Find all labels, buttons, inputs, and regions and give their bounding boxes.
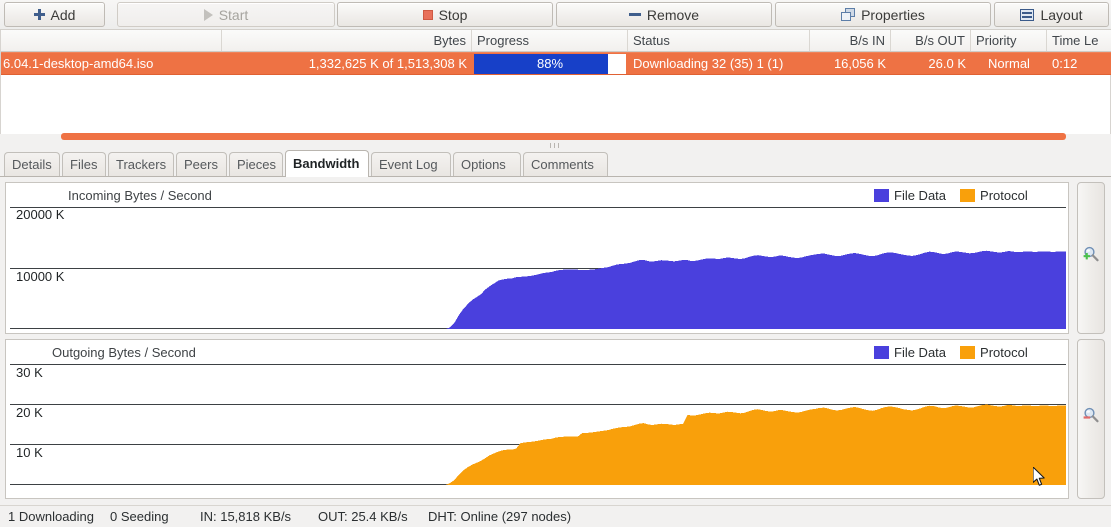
column-header-priority[interactable]: Priority <box>971 30 1047 51</box>
column-header-name[interactable] <box>1 30 222 51</box>
legend-swatch-protocol <box>960 189 976 202</box>
layout-button-label: Layout <box>1040 6 1083 23</box>
start-button[interactable]: Start <box>117 2 335 27</box>
pane-splitter[interactable] <box>0 141 1111 149</box>
zoom-in-button[interactable] <box>1077 182 1105 334</box>
tab-options[interactable]: Options <box>453 152 521 176</box>
tab-files[interactable]: Files <box>62 152 106 176</box>
tab-event-log[interactable]: Event Log <box>371 152 451 176</box>
legend-label-file-data: File Data <box>894 188 947 203</box>
status-out-rate: OUT: 25.4 KB/s <box>318 509 408 524</box>
main-toolbar: Add Start Stop Remove Properties Layout <box>0 0 1111 30</box>
legend-swatch-file-data <box>874 346 889 359</box>
add-button[interactable]: Add <box>4 2 105 27</box>
legend-swatch-file-data <box>874 189 889 202</box>
legend-item-protocol: Protocol <box>960 188 1028 203</box>
torrent-list[interactable]: Bytes Progress Status B/s IN B/s OUT Pri… <box>0 30 1111 140</box>
tab-peers[interactable]: Peers <box>176 152 227 176</box>
magnifier-minus-icon <box>1082 406 1100 424</box>
legend-label-protocol: Protocol <box>980 188 1028 203</box>
tab-comments[interactable]: Comments <box>523 152 608 176</box>
cell-torrent-name: 6.04.1-desktop-amd64.iso <box>3 56 154 71</box>
minus-icon <box>628 13 641 16</box>
remove-button-label: Remove <box>646 6 700 23</box>
tab-bandwidth[interactable]: Bandwidth <box>285 150 369 177</box>
plus-icon <box>33 9 45 20</box>
column-header-progress[interactable]: Progress <box>472 30 628 51</box>
stop-button[interactable]: Stop <box>337 2 553 27</box>
incoming-plot-area <box>10 208 1066 329</box>
properties-icon <box>841 8 856 21</box>
cell-bytes: 1,332,625 K of 1,513,308 K <box>308 56 467 71</box>
cell-priority: Normal <box>988 56 1030 71</box>
start-button-label: Start <box>218 6 249 23</box>
stop-icon <box>422 9 433 20</box>
play-icon <box>203 8 213 21</box>
outgoing-plot-area <box>10 365 1066 485</box>
tab-trackers[interactable]: Trackers <box>108 152 174 176</box>
properties-button[interactable]: Properties <box>775 2 991 27</box>
column-header-time-left[interactable]: Time Le <box>1047 30 1111 51</box>
cell-status: Downloading 32 (35) 1 (1) <box>633 56 784 71</box>
scrollbar-thumb[interactable] <box>61 133 1066 140</box>
column-header-bs-in[interactable]: B/s IN <box>810 30 891 51</box>
column-header-bs-out[interactable]: B/s OUT <box>891 30 971 51</box>
legend-label-protocol: Protocol <box>980 345 1028 360</box>
legend-swatch-protocol <box>960 346 976 359</box>
cell-bs-in: 16,056 K <box>833 56 886 71</box>
outgoing-graph-title: Outgoing Bytes / Second <box>52 345 196 360</box>
incoming-graph-title: Incoming Bytes / Second <box>68 188 212 203</box>
table-row[interactable]: 6.04.1-desktop-amd64.iso 1,332,625 K of … <box>1 52 1111 75</box>
incoming-graph-legend: File Data Protocol <box>874 188 1028 203</box>
remove-button[interactable]: Remove <box>556 2 772 27</box>
status-seeding: 0 Seeding <box>110 509 169 524</box>
legend-item-file-data: File Data <box>874 345 946 360</box>
status-dht: DHT: Online (297 nodes) <box>428 509 572 524</box>
outgoing-bandwidth-graph[interactable]: Outgoing Bytes / Second 30 K 20 K 10 K F… <box>5 339 1069 499</box>
incoming-bandwidth-graph[interactable]: Incoming Bytes / Second 20000 K 10000 K … <box>5 182 1069 334</box>
column-header-status[interactable]: Status <box>628 30 810 51</box>
tab-pieces[interactable]: Pieces <box>229 152 283 176</box>
zoom-out-button[interactable] <box>1077 339 1105 499</box>
torrent-list-header: Bytes Progress Status B/s IN B/s OUT Pri… <box>1 30 1111 52</box>
legend-label-file-data: File Data <box>894 345 947 360</box>
outgoing-graph-legend: File Data Protocol <box>874 345 1028 360</box>
cell-bs-out: 26.0 K <box>928 56 966 71</box>
status-in-rate: IN: 15,818 KB/s <box>200 509 292 524</box>
column-header-bytes[interactable]: Bytes <box>222 30 472 51</box>
progress-bar-label: 88% <box>536 56 564 71</box>
add-button-label: Add <box>50 6 76 23</box>
torrent-list-hscrollbar[interactable] <box>1 131 1111 141</box>
layout-icon <box>1020 8 1035 21</box>
properties-button-label: Properties <box>861 6 925 23</box>
layout-button[interactable]: Layout <box>994 2 1109 27</box>
detail-tabs: Details Files Trackers Peers Pieces Band… <box>0 150 1111 177</box>
bandwidth-tab-panel: Incoming Bytes / Second 20000 K 10000 K … <box>0 176 1111 505</box>
tab-details[interactable]: Details <box>4 152 60 176</box>
status-bar: 1 Downloading 0 Seeding IN: 15,818 KB/s … <box>0 505 1111 527</box>
legend-item-file-data: File Data <box>874 188 946 203</box>
magnifier-plus-icon <box>1082 245 1100 263</box>
application-window: Add Start Stop Remove Properties Layout … <box>0 0 1111 527</box>
progress-bar: 88% <box>474 54 626 74</box>
status-downloading: 1 Downloading <box>8 509 95 524</box>
legend-item-protocol: Protocol <box>960 345 1028 360</box>
cell-time-left: 0:12 <box>1052 56 1078 71</box>
stop-button-label: Stop <box>438 6 468 23</box>
splitter-grip-icon <box>549 143 563 148</box>
